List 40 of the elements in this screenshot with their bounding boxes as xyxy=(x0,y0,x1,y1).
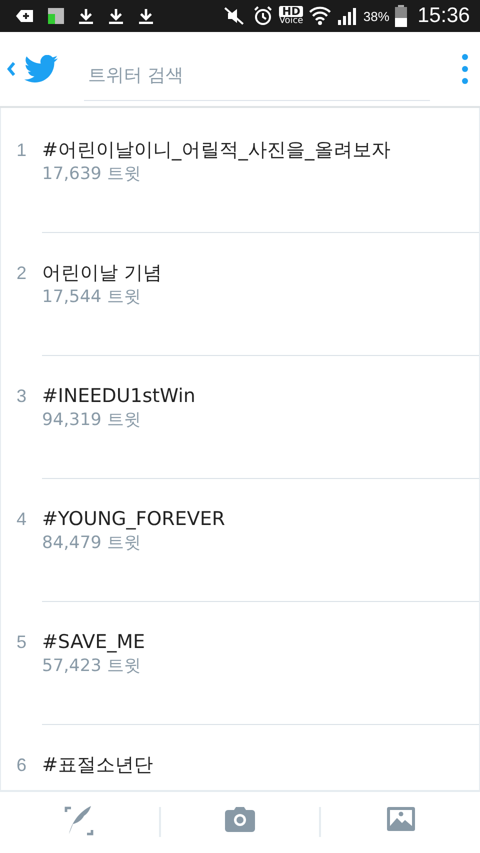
clock: 15:36 xyxy=(417,4,470,28)
trend-name: #어린이날이니_어릴적_사진을_올려보자 xyxy=(42,138,390,162)
trend-name: #INEEDU1stWin xyxy=(42,384,196,408)
trend-rank: 3 xyxy=(15,385,28,408)
trend-name: #표절소년단 xyxy=(42,753,153,777)
download-icon xyxy=(138,8,154,24)
trend-name: #SAVE_ME xyxy=(42,630,146,654)
trend-item[interactable]: 5 #SAVE_ME 57,423 트윗 xyxy=(1,601,479,724)
wifi-icon xyxy=(309,6,332,26)
battery-icon xyxy=(395,5,408,27)
trend-rank: 4 xyxy=(15,508,28,531)
storage-icon xyxy=(48,8,64,24)
voice-label: Voice xyxy=(279,17,304,26)
back-button[interactable] xyxy=(6,61,16,77)
notification-icon xyxy=(16,9,34,23)
trend-rank: 1 xyxy=(15,139,28,162)
trend-rank: 6 xyxy=(15,754,28,777)
trend-item[interactable]: 1 #어린이날이니_어릴적_사진을_올려보자 17,639 트윗 xyxy=(1,109,479,232)
tweet-count: 17,639 트윗 xyxy=(42,163,142,186)
trend-rank: 5 xyxy=(15,631,28,654)
trend-item[interactable]: 2 어린이날 기념 17,544 트윗 xyxy=(1,232,479,355)
hd-label: HD xyxy=(279,6,304,17)
trend-item[interactable]: 3 #INEEDU1stWin 94,319 트윗 xyxy=(1,355,479,478)
tweet-count: 94,319 트윗 xyxy=(42,409,142,432)
trend-name: 어린이날 기념 xyxy=(42,261,162,285)
bird-logo-icon xyxy=(24,55,58,83)
alarm-icon xyxy=(253,6,274,26)
trend-name: #YOUNG_FOREVER xyxy=(42,507,226,531)
tweet-count: 57,423 트윗 xyxy=(42,655,142,678)
trend-item[interactable]: 6 #표절소년단 xyxy=(1,724,479,790)
tweet-count: 17,544 트윗 xyxy=(42,286,142,309)
battery-percent: 38% xyxy=(363,8,390,24)
download-icon xyxy=(78,8,94,24)
more-options-icon[interactable] xyxy=(462,54,468,84)
signal-icon xyxy=(337,7,358,25)
trend-rank: 2 xyxy=(15,262,28,285)
tweet-count: 84,479 트윗 xyxy=(42,532,142,555)
trend-item[interactable]: 4 #YOUNG_FOREVER 84,479 트윗 xyxy=(1,478,479,601)
search-field[interactable]: 트위터 검색 xyxy=(84,53,430,101)
download-icon xyxy=(108,8,124,24)
